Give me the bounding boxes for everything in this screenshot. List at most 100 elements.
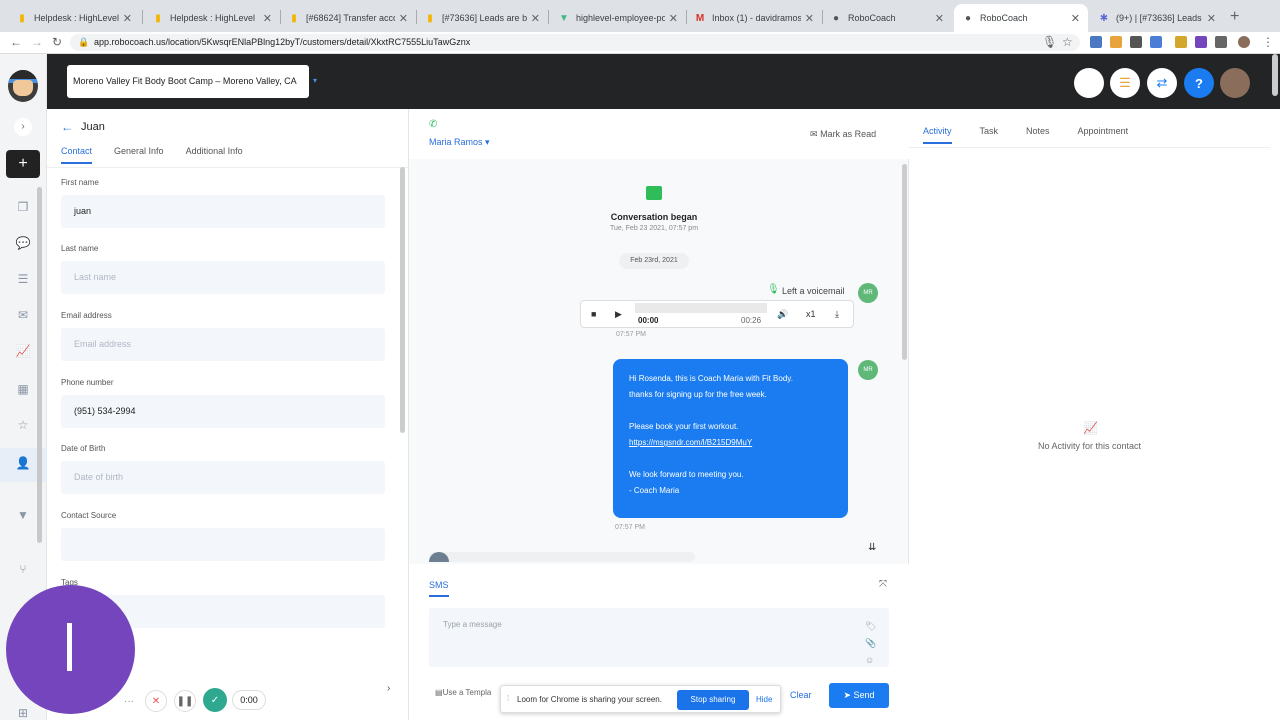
reload-icon[interactable]: ↻ bbox=[52, 35, 62, 49]
expand-icon[interactable]: ⤧ bbox=[879, 579, 887, 590]
agent-selector[interactable]: Maria Ramos ▾ bbox=[429, 137, 490, 148]
clear-button[interactable]: Clear bbox=[790, 690, 812, 700]
drag-handle-icon[interactable]: ⁞ bbox=[507, 694, 509, 703]
tag-icon[interactable]: 🏷 bbox=[865, 621, 876, 632]
download-icon[interactable]: ⤓ bbox=[835, 309, 839, 320]
star-icon[interactable]: ☆ bbox=[14, 416, 32, 434]
branch-icon[interactable]: ⑂ bbox=[14, 560, 32, 578]
browser-tab[interactable]: ▮ [#73636] Leads are bei ✕ bbox=[416, 4, 548, 32]
browser-tab[interactable]: ▮ [#68624] Transfer acco ✕ bbox=[280, 4, 416, 32]
phone-icon[interactable]: ✆ bbox=[429, 119, 437, 130]
attachment-icon[interactable]: 📎 bbox=[865, 638, 876, 649]
task-list-icon[interactable]: ☰ bbox=[1110, 68, 1140, 98]
switch-icon[interactable]: ⇄ bbox=[1147, 68, 1177, 98]
browser-tab[interactable]: ▼ highlevel-employee-por ✕ bbox=[550, 4, 686, 32]
first-name-field[interactable]: juan bbox=[61, 195, 385, 228]
scrollbar[interactable] bbox=[902, 164, 907, 360]
audio-progress-bar[interactable] bbox=[635, 303, 767, 313]
tab-contact[interactable]: Contact bbox=[61, 146, 93, 164]
pause-icon[interactable]: ❚❚ bbox=[174, 690, 196, 712]
message-input[interactable]: Type a message bbox=[429, 608, 889, 667]
close-icon[interactable]: ✕ bbox=[1071, 12, 1080, 25]
puzzle-icon[interactable] bbox=[1215, 36, 1227, 48]
add-button[interactable]: + bbox=[6, 150, 40, 178]
emoji-icon[interactable]: ☺ bbox=[865, 655, 874, 665]
extension-icon[interactable] bbox=[1195, 36, 1207, 48]
mic-icon[interactable]: 🎙 bbox=[1042, 35, 1057, 49]
more-options-icon[interactable]: ··· bbox=[120, 690, 138, 712]
play-icon[interactable]: ▶ bbox=[615, 309, 622, 320]
finish-recording-icon[interactable]: ✓ bbox=[203, 688, 227, 712]
send-button[interactable]: ➤ Send bbox=[829, 683, 889, 708]
hide-button[interactable]: Hide bbox=[756, 695, 772, 704]
tab-sms[interactable]: SMS bbox=[429, 580, 449, 597]
url-bar[interactable]: 🔒 app.robocoach.us/location/5KwsqrENlaPB… bbox=[70, 34, 1080, 51]
extension-icon[interactable] bbox=[1175, 36, 1187, 48]
extension-icon[interactable] bbox=[1090, 36, 1102, 48]
forward-arrow-icon[interactable]: → bbox=[31, 35, 43, 49]
chart-icon[interactable]: 📈 bbox=[14, 342, 32, 360]
close-icon[interactable]: ✕ bbox=[263, 12, 272, 25]
playback-speed[interactable]: x1 bbox=[806, 309, 816, 319]
tab-appointment[interactable]: Appointment bbox=[1078, 126, 1129, 144]
tab-activity[interactable]: Activity bbox=[923, 126, 952, 144]
browser-tab[interactable]: ● RoboCoach ✕ bbox=[822, 4, 952, 32]
expand-sidebar-button[interactable]: › bbox=[14, 118, 32, 136]
cancel-recording-icon[interactable]: ✕ bbox=[145, 690, 167, 712]
contact-source-field[interactable] bbox=[61, 528, 385, 561]
use-template-button[interactable]: ▤Use a Templa bbox=[435, 688, 491, 697]
close-icon[interactable]: ✕ bbox=[531, 12, 540, 25]
tab-additional-info[interactable]: Additional Info bbox=[186, 146, 243, 164]
browser-tab-active[interactable]: ● RoboCoach ✕ bbox=[954, 4, 1088, 32]
message-link[interactable]: https://msgsndr.com/l/B215D9MuY bbox=[629, 435, 832, 451]
close-icon[interactable]: ✕ bbox=[123, 12, 132, 25]
tab-notes[interactable]: Notes bbox=[1026, 126, 1050, 144]
chevron-right-icon[interactable]: › bbox=[387, 683, 390, 694]
browser-tab[interactable]: ▮ Helpdesk : HighLevel ✕ bbox=[144, 4, 280, 32]
list-icon[interactable]: ☰ bbox=[14, 270, 32, 288]
location-select[interactable]: Moreno Valley Fit Body Boot Camp – Moren… bbox=[67, 65, 309, 98]
loom-camera-bubble[interactable] bbox=[6, 585, 135, 714]
profile-avatar[interactable] bbox=[1238, 36, 1250, 48]
filter-icon[interactable]: ▼ bbox=[14, 506, 32, 524]
tab-general-info[interactable]: General Info bbox=[114, 146, 164, 164]
email-field[interactable]: Email address bbox=[61, 328, 385, 361]
kebab-menu-icon[interactable]: ⋮ bbox=[1262, 35, 1274, 49]
browser-tab[interactable]: M Inbox (1) - davidramos@ ✕ bbox=[686, 4, 822, 32]
new-tab-button[interactable]: + bbox=[1230, 8, 1239, 26]
robocoach-logo[interactable] bbox=[8, 70, 38, 102]
last-name-field[interactable]: Last name bbox=[61, 261, 385, 294]
dob-field[interactable]: Date of birth bbox=[61, 461, 385, 494]
close-icon[interactable]: ✕ bbox=[935, 12, 944, 25]
phone-field[interactable]: (951) 534-2994 bbox=[61, 395, 385, 428]
browser-tab[interactable]: ✱ (9+) | [#73636] Leads a ✕ bbox=[1090, 4, 1224, 32]
copy-icon[interactable]: ❐ bbox=[14, 198, 32, 216]
star-icon[interactable]: ☆ bbox=[1062, 35, 1073, 49]
tab-task[interactable]: Task bbox=[980, 126, 999, 144]
browser-tab[interactable]: ▮ Helpdesk : HighLevel ✕ bbox=[8, 4, 140, 32]
scrollbar[interactable] bbox=[37, 187, 42, 543]
stop-icon[interactable]: ■ bbox=[591, 309, 596, 319]
chat-icon[interactable]: 💬 bbox=[14, 234, 32, 252]
help-icon[interactable]: ? bbox=[1184, 68, 1214, 98]
chevron-down-icon[interactable]: ▾ bbox=[313, 76, 317, 85]
grid-icon[interactable]: ⊞ bbox=[14, 704, 32, 722]
scrollbar[interactable] bbox=[400, 167, 405, 433]
mail-icon[interactable]: ✉ bbox=[14, 306, 32, 324]
scroll-to-bottom-icon[interactable]: ⇊ bbox=[868, 542, 876, 553]
contacts-icon[interactable]: 👤 bbox=[14, 454, 32, 472]
close-icon[interactable]: ✕ bbox=[1207, 12, 1216, 25]
extension-icon[interactable] bbox=[1130, 36, 1142, 48]
mark-as-read-button[interactable]: ✉ Mark as Read bbox=[810, 129, 876, 140]
back-arrow-icon[interactable]: ← bbox=[61, 120, 73, 134]
scrollbar[interactable] bbox=[1272, 54, 1278, 96]
extension-icon[interactable] bbox=[1110, 36, 1122, 48]
close-icon[interactable]: ✕ bbox=[399, 12, 408, 25]
blank-round-button[interactable] bbox=[1074, 68, 1104, 98]
user-avatar[interactable] bbox=[1220, 68, 1250, 98]
stop-sharing-button[interactable]: Stop sharing bbox=[677, 690, 749, 710]
close-icon[interactable]: ✕ bbox=[805, 12, 814, 25]
calendar-icon[interactable]: ▦ bbox=[14, 380, 32, 398]
extension-icon[interactable] bbox=[1150, 36, 1162, 48]
volume-icon[interactable]: 🔊 bbox=[777, 309, 788, 320]
